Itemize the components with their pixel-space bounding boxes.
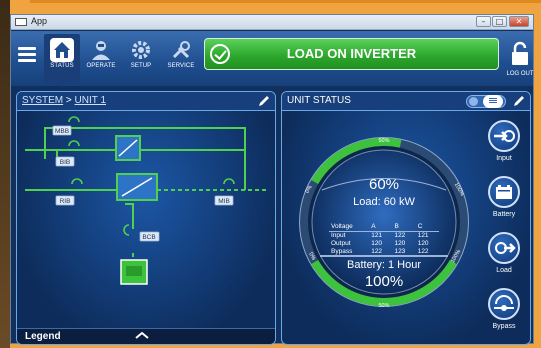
window-title: App [31, 16, 48, 26]
status-banner: LOAD ON INVERTER [204, 38, 499, 70]
breadcrumb-system-link[interactable]: SYSTEM [22, 95, 63, 106]
bypass-label: Bypass [492, 323, 516, 330]
battery-label: Battery [492, 211, 516, 218]
main-toolbar: STATUS OPERATE SETUP SERVICE LOAD ON INV… [11, 31, 535, 87]
minimize-button[interactable]: – [476, 16, 491, 27]
breadcrumb: SYSTEM > UNIT 1 [22, 95, 106, 106]
label-bib: BIB [60, 159, 70, 166]
status-banner-text: LOAD ON INVERTER [286, 46, 417, 61]
load-kw: Load: 60 kW [353, 196, 415, 208]
title-bar: App – □ ✕ [11, 15, 533, 30]
gauge-bottom-tick: 50% [378, 303, 389, 309]
label-bcb: BCB [142, 234, 155, 241]
breadcrumb-separator: > [63, 95, 75, 106]
battery-percent: 100% [364, 273, 404, 290]
voltage-table-cell: 121 [371, 232, 383, 239]
unit-status-title: UNIT STATUS [287, 95, 351, 106]
list-view-icon [483, 95, 503, 108]
load-percent: 60% [368, 176, 400, 193]
system-panel: SYSTEM > UNIT 1 MBB BIB RIB MIB BCB Lege… [16, 91, 276, 345]
battery-button[interactable]: Battery [482, 176, 526, 218]
one-line-diagram: MBB BIB RIB MIB BCB [25, 116, 267, 285]
tab-operate[interactable]: OPERATE [83, 34, 119, 82]
menu-icon[interactable] [15, 45, 39, 67]
tab-service[interactable]: SERVICE [163, 34, 199, 82]
edit-pencil-icon[interactable] [257, 95, 271, 107]
gauge-divider [320, 255, 448, 257]
unit-status-panel: UNIT STATUS 50% 0% 100% 0% 50% 100% 60% … [281, 91, 531, 345]
system-panel-header: SYSTEM > UNIT 1 [17, 92, 275, 111]
voltage-table-cell: 122 [394, 232, 406, 239]
voltage-table-cell: B [392, 223, 416, 232]
maximize-button[interactable]: □ [492, 16, 507, 27]
tab-service-label: SERVICE [167, 63, 195, 69]
gear-icon [129, 38, 153, 62]
breadcrumb-unit-link[interactable]: UNIT 1 [75, 95, 107, 106]
label-mib: MIB [218, 198, 230, 205]
app-icon [15, 18, 27, 26]
voltage-table-cell: 121 [417, 232, 429, 239]
voltage-table-cell: Voltage [329, 223, 370, 232]
label-mbb: MBB [55, 128, 69, 135]
load-output-icon [488, 232, 520, 264]
load-label: Load [496, 267, 512, 274]
desktop-top-line [30, 0, 541, 3]
home-icon [50, 38, 74, 62]
voltage-table-header: Voltage A B C [329, 223, 439, 232]
battery-time: Battery: 1 Hour [347, 259, 421, 271]
app-window: App – □ ✕ STATUS OPERATE SETUP SERVICE L… [10, 14, 535, 345]
input-plug-icon [488, 120, 520, 152]
close-button[interactable]: ✕ [509, 16, 529, 27]
voltage-table-cell: Output [331, 240, 351, 247]
unit-status-header: UNIT STATUS [282, 92, 530, 111]
logout-button[interactable]: LOG OUT [505, 41, 535, 83]
voltage-table-row: Input 121 122 121 [329, 232, 439, 241]
input-label: Input [496, 155, 512, 162]
voltage-table-cell: 120 [394, 240, 406, 247]
input-button[interactable]: Input [482, 120, 526, 162]
chevron-up-icon[interactable] [135, 331, 149, 339]
tools-icon [169, 38, 193, 62]
edit-pencil-icon[interactable] [512, 95, 526, 107]
voltage-table-row: Output 120 120 120 [329, 240, 439, 248]
tab-setup-label: SETUP [130, 63, 152, 69]
gauge-top-tick: 50% [378, 138, 389, 144]
tab-status-label: STATUS [50, 63, 74, 69]
voltage-table-cell: Input [331, 232, 346, 239]
tab-setup[interactable]: SETUP [123, 34, 159, 82]
bypass-icon [488, 288, 520, 320]
voltage-table-cell: 120 [417, 240, 429, 247]
logout-label: LOG OUT [506, 71, 534, 77]
bypass-button[interactable]: Bypass [482, 288, 526, 330]
tab-status[interactable]: STATUS [44, 34, 80, 87]
desktop-edge [0, 0, 10, 348]
unlock-icon [512, 41, 528, 65]
status-gauge: 50% 0% 100% 0% 50% 100% [299, 137, 469, 309]
tab-operate-label: OPERATE [86, 63, 116, 69]
toggle-knob [469, 97, 478, 106]
voltage-table: Voltage A B C Input 121 122 121 Output 120 120 120 B… [329, 223, 439, 256]
voltage-table-cell: 120 [371, 240, 383, 247]
label-rib: RIB [60, 198, 71, 205]
view-toggle[interactable] [466, 95, 506, 108]
load-button[interactable]: Load [482, 232, 526, 274]
legend-label: Legend [25, 331, 61, 342]
voltage-table-cell: C [415, 223, 439, 232]
battery-icon [488, 176, 520, 208]
voltage-table-cell: A [369, 223, 393, 232]
operator-icon [89, 38, 113, 62]
legend-bar[interactable]: Legend [17, 328, 275, 344]
